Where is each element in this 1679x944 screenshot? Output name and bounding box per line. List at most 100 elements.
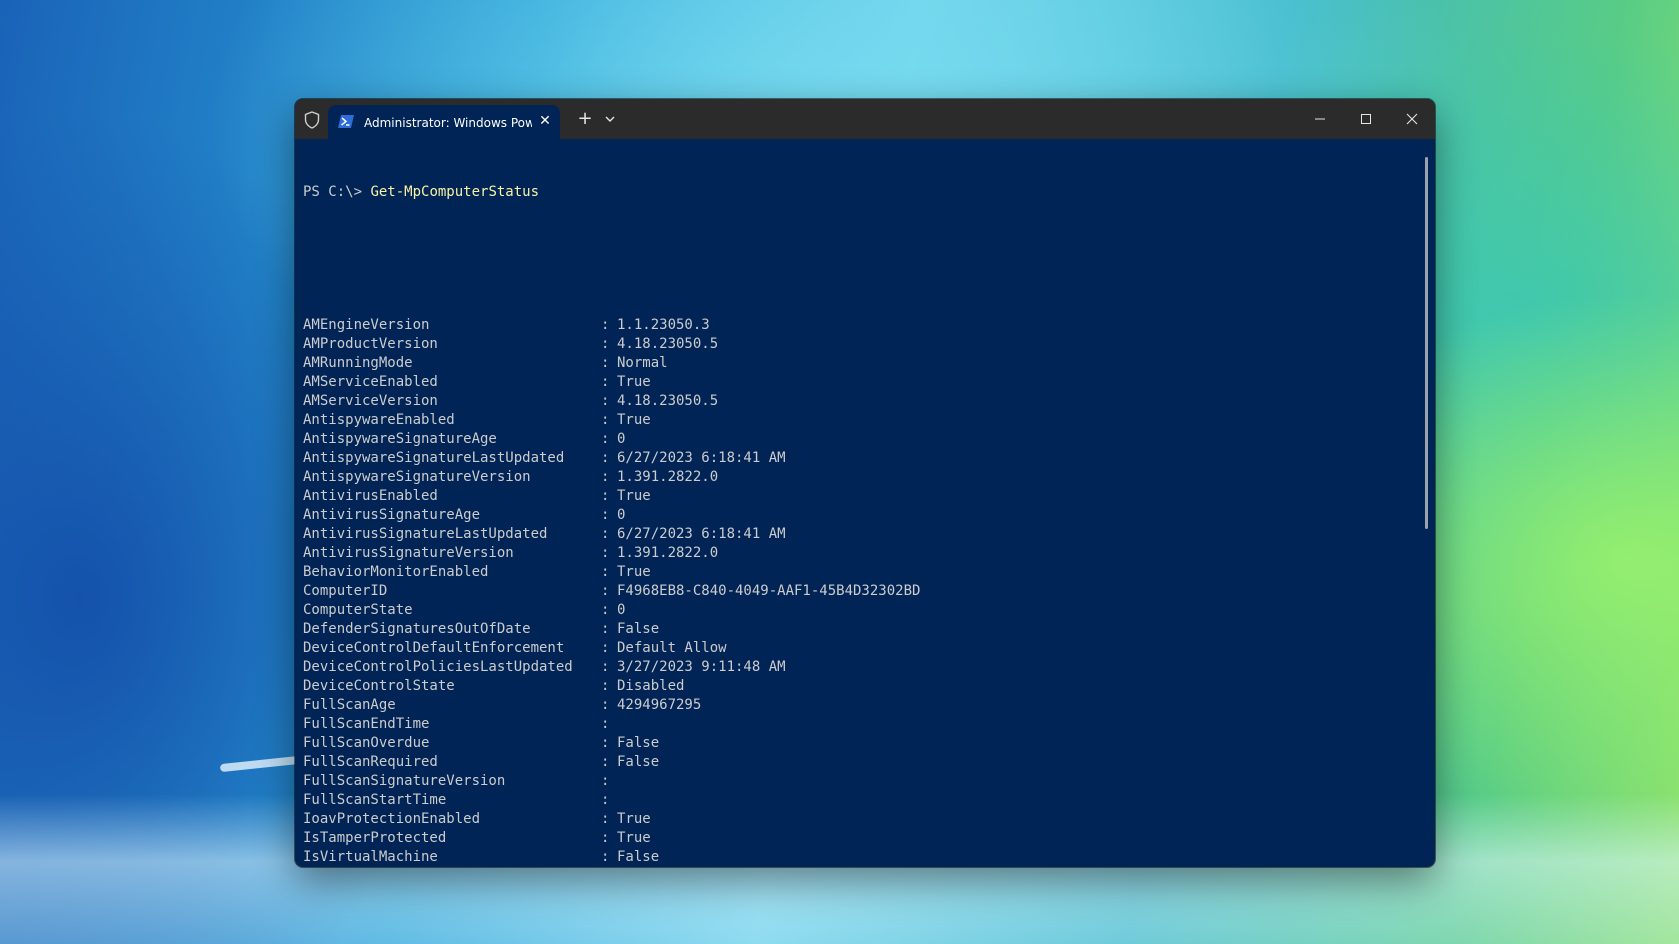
- status-key: DeviceControlPoliciesLastUpdated: [303, 659, 573, 675]
- maximize-button[interactable]: [1343, 99, 1389, 139]
- status-separator: :: [601, 583, 610, 599]
- status-value: False: [617, 621, 660, 637]
- status-separator: :: [601, 431, 610, 447]
- title-bar[interactable]: Administrator: Windows Powe ✕ +: [295, 99, 1435, 139]
- status-separator: :: [601, 830, 610, 846]
- scrollbar-thumb[interactable]: [1425, 157, 1428, 529]
- status-key: FullScanStartTime: [303, 792, 447, 808]
- status-value: 4294967295: [617, 697, 702, 713]
- status-row: FullScanAge:4294967295: [303, 696, 1413, 715]
- status-value: True: [617, 374, 651, 390]
- status-key: AntispywareSignatureLastUpdated: [303, 450, 565, 466]
- status-list: AMEngineVersion:1.1.23050.3 AMProductVers…: [303, 316, 1413, 867]
- status-key: AMRunningMode: [303, 355, 413, 371]
- tab-close-button[interactable]: ✕: [537, 113, 553, 129]
- status-row: AntispywareSignatureVersion:1.391.2822.0: [303, 468, 1413, 487]
- status-row: AMServiceEnabled: True: [303, 373, 1413, 392]
- new-tab-button[interactable]: +: [575, 109, 595, 129]
- status-key: IsTamperProtected: [303, 830, 447, 846]
- status-key: AntispywareEnabled: [303, 412, 455, 428]
- status-separator: :: [601, 735, 610, 751]
- status-key: ComputerState: [303, 602, 413, 618]
- status-key: AMEngineVersion: [303, 317, 430, 333]
- status-row: AMEngineVersion:1.1.23050.3: [303, 316, 1413, 335]
- status-row: AntivirusSignatureAge:0: [303, 506, 1413, 525]
- status-row: FullScanRequired: False: [303, 753, 1413, 772]
- status-value: True: [617, 412, 651, 428]
- status-value: False: [617, 849, 660, 865]
- chevron-down-icon[interactable]: [602, 110, 618, 128]
- status-separator: :: [601, 811, 610, 827]
- status-value: 6/27/2023 6:18:41 AM: [617, 526, 786, 542]
- status-row: AMServiceVersion:4.18.23050.5: [303, 392, 1413, 411]
- status-separator: :: [601, 659, 610, 675]
- terminal-window: Administrator: Windows Powe ✕ + PS C:\> …: [295, 99, 1435, 867]
- status-separator: :: [601, 393, 610, 409]
- status-separator: :: [601, 317, 610, 333]
- prompt: PS C:\>: [303, 184, 371, 200]
- status-separator: :: [601, 564, 610, 580]
- status-row: AntispywareSignatureLastUpdated:6/27/202…: [303, 449, 1413, 468]
- status-key: FullScanSignatureVersion: [303, 773, 506, 789]
- minimize-icon: [1315, 118, 1325, 120]
- status-separator: :: [601, 792, 610, 808]
- powershell-icon: [338, 115, 354, 128]
- status-row: DeviceControlPoliciesLastUpdated:3/27/20…: [303, 658, 1413, 677]
- status-row: AntivirusEnabled: True: [303, 487, 1413, 506]
- status-row: AntivirusSignatureLastUpdated:6/27/2023 …: [303, 525, 1413, 544]
- status-separator: :: [601, 678, 610, 694]
- status-key: IsVirtualMachine: [303, 849, 438, 865]
- status-key: DefenderSignaturesOutOfDate: [303, 621, 531, 637]
- prompt-line: PS C:\> Get-MpComputerStatus: [303, 183, 1413, 202]
- status-separator: :: [601, 450, 610, 466]
- status-value: 3/27/2023 9:11:48 AM: [617, 659, 786, 675]
- status-row: IsTamperProtected: True: [303, 829, 1413, 848]
- status-value: 6/27/2023 6:18:41 AM: [617, 450, 786, 466]
- status-value: 0: [617, 602, 626, 618]
- status-key: AMServiceEnabled: [303, 374, 438, 390]
- status-separator: :: [601, 640, 610, 656]
- maximize-icon: [1361, 114, 1371, 124]
- status-value: Disabled: [617, 678, 685, 694]
- status-value: 1.391.2822.0: [617, 545, 719, 561]
- status-key: DeviceControlState: [303, 678, 455, 694]
- status-row: DefenderSignaturesOutOfDate: False: [303, 620, 1413, 639]
- status-value: True: [617, 564, 651, 580]
- tab-powershell[interactable]: Administrator: Windows Powe ✕: [328, 105, 560, 139]
- status-separator: :: [601, 488, 610, 504]
- status-value: Normal: [617, 355, 668, 371]
- status-value: 0: [617, 431, 626, 447]
- status-key: AMProductVersion: [303, 336, 438, 352]
- status-key: BehaviorMonitorEnabled: [303, 564, 489, 580]
- blank-lines: [303, 240, 1413, 278]
- console-output[interactable]: PS C:\> Get-MpComputerStatus AMEngineVer…: [303, 145, 1413, 865]
- status-value: 1.391.2822.0: [617, 469, 719, 485]
- status-separator: :: [601, 412, 610, 428]
- shield-icon: [304, 111, 320, 129]
- status-separator: :: [601, 773, 610, 789]
- status-key: FullScanRequired: [303, 754, 438, 770]
- status-row: FullScanOverdue: False: [303, 734, 1413, 753]
- status-row: AntispywareSignatureAge:0: [303, 430, 1413, 449]
- status-value: Default Allow: [617, 640, 727, 656]
- status-value: True: [617, 488, 651, 504]
- status-key: AntivirusSignatureLastUpdated: [303, 526, 548, 542]
- command-text: Get-MpComputerStatus: [370, 184, 540, 200]
- status-key: AntivirusEnabled: [303, 488, 438, 504]
- status-separator: :: [601, 469, 610, 485]
- status-key: AntivirusSignatureAge: [303, 507, 481, 523]
- status-key: AntivirusSignatureVersion: [303, 545, 514, 561]
- minimize-button[interactable]: [1297, 99, 1343, 139]
- status-separator: :: [601, 374, 610, 390]
- status-row: AMProductVersion:4.18.23050.5: [303, 335, 1413, 354]
- status-row: FullScanSignatureVersion:: [303, 772, 1413, 791]
- status-separator: :: [601, 697, 610, 713]
- status-separator: :: [601, 602, 610, 618]
- status-separator: :: [601, 849, 610, 865]
- status-value: 1.1.23050.3: [617, 317, 710, 333]
- close-button[interactable]: [1389, 99, 1435, 139]
- status-key: DeviceControlDefaultEnforcement: [303, 640, 565, 656]
- status-row: ComputerID: F4968EB8-C840-4049-AAF1-45B4D…: [303, 582, 1413, 601]
- status-value: False: [617, 754, 660, 770]
- close-icon: [1406, 113, 1418, 125]
